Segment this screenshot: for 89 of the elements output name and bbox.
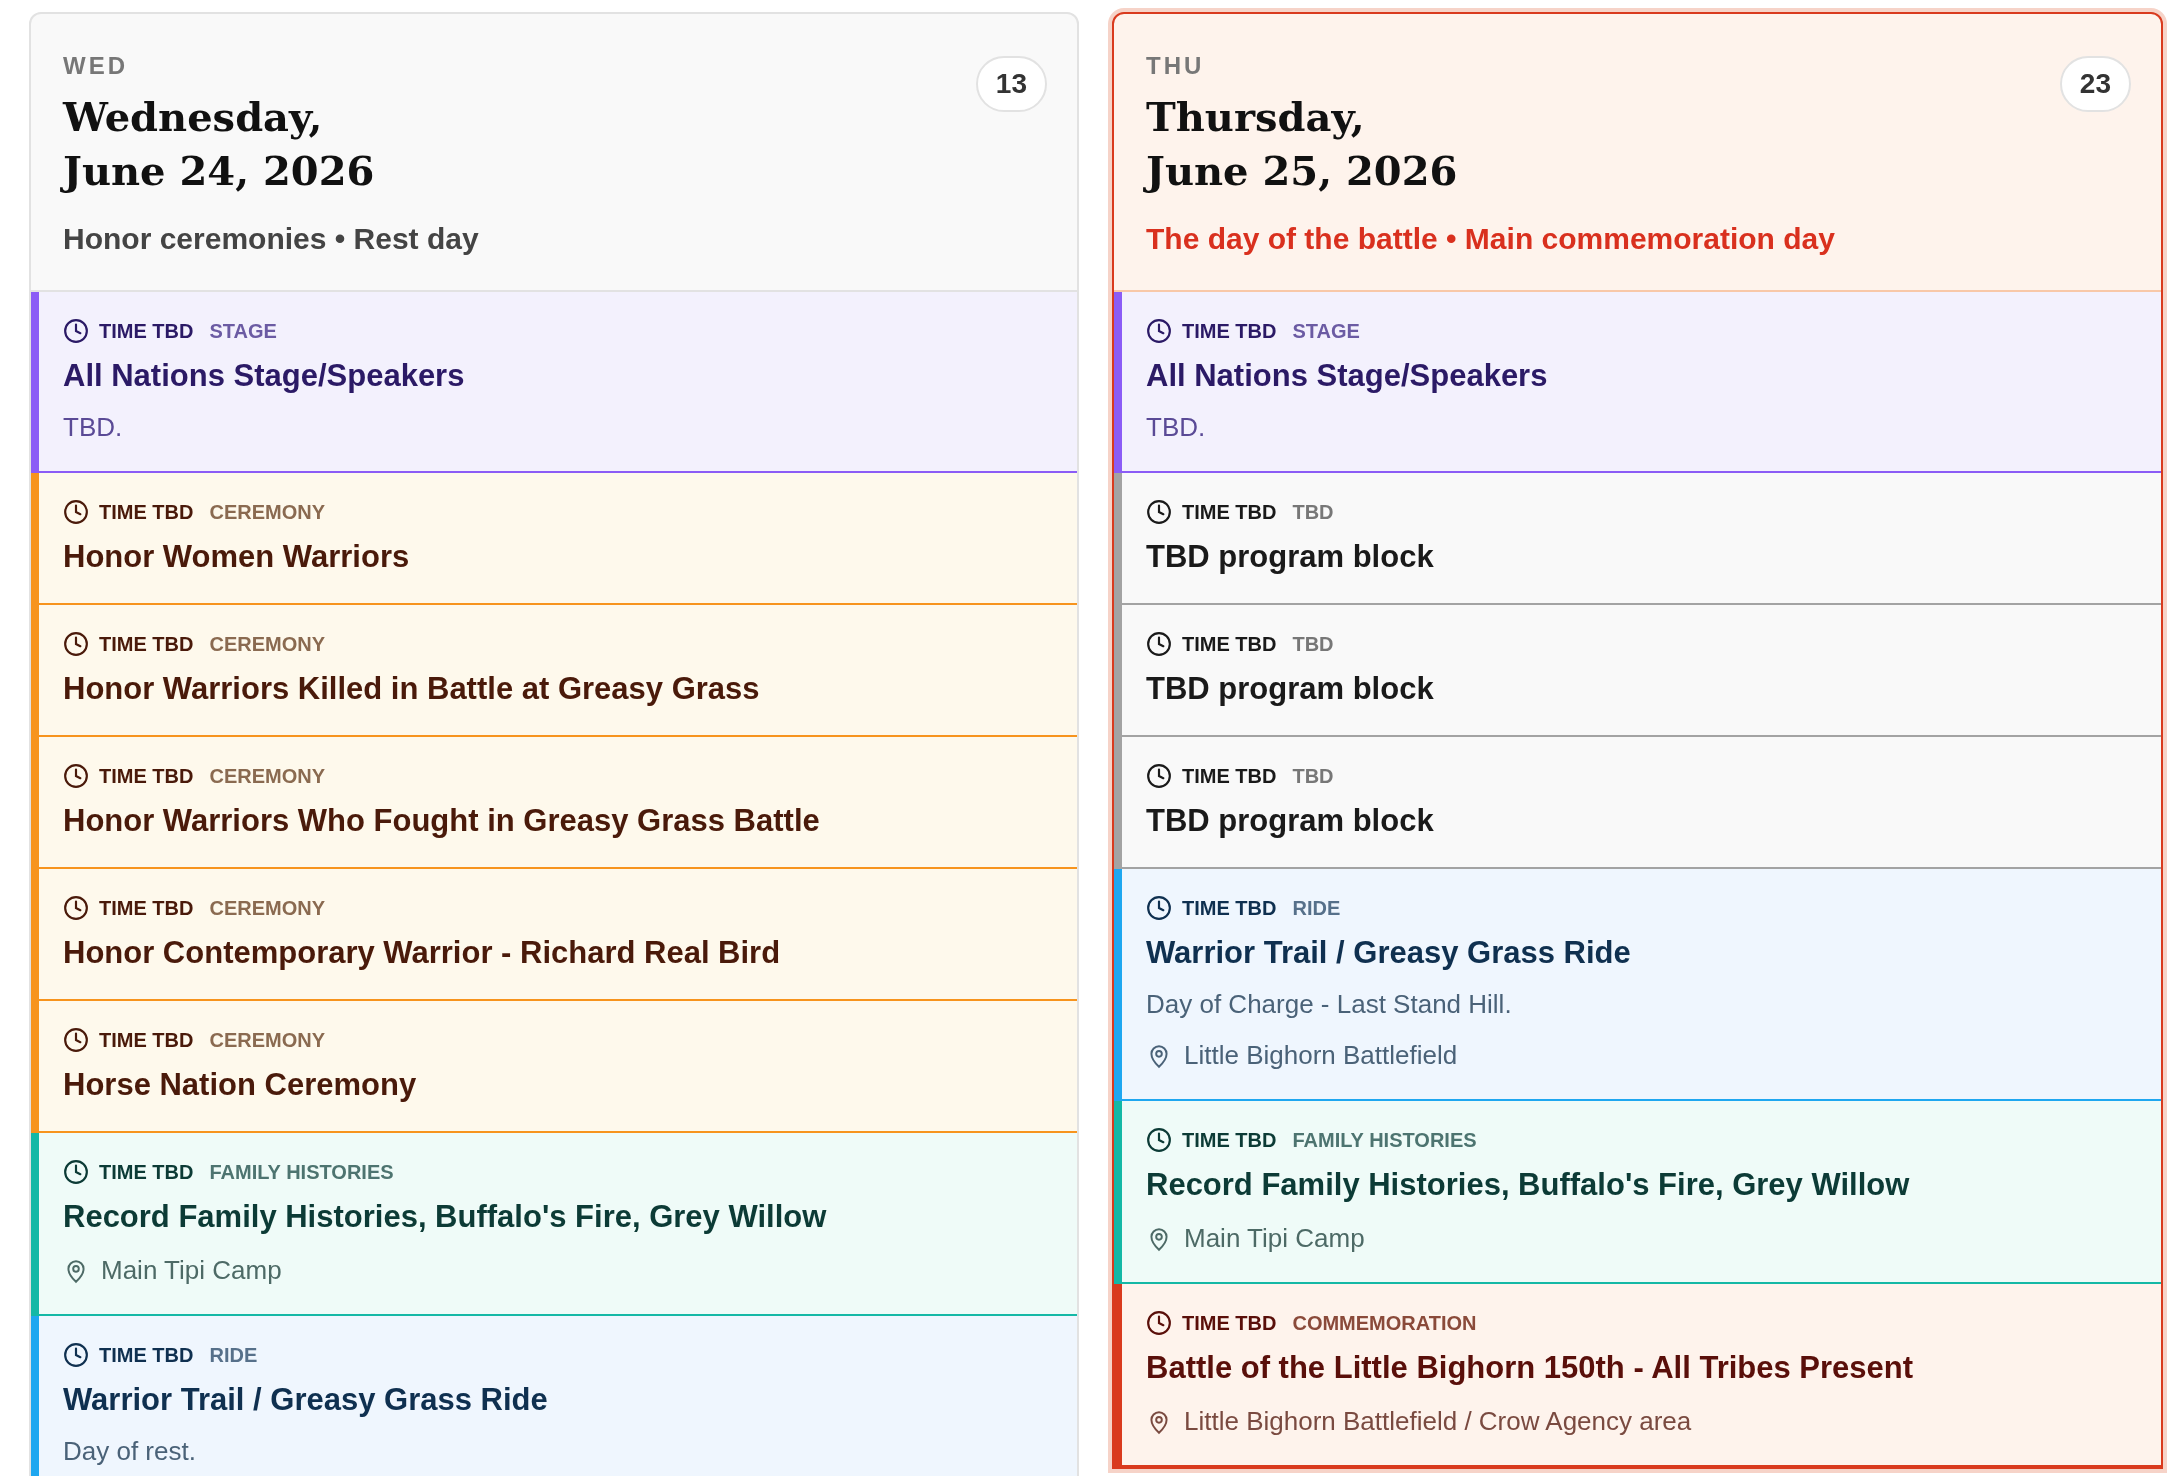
event-item[interactable]: TIME TBD RIDE Warrior Trail / Greasy Grass Ride Day of Charge - Last Stand Hill. Little Bighorn Battlefield (1114, 869, 2161, 1101)
event-category: TBD (1292, 500, 1334, 524)
clock-icon (1146, 631, 1172, 657)
clock-icon (63, 1342, 89, 1368)
event-title: All Nations Stage/Speakers (1146, 358, 1549, 394)
event-time: TIME TBD (99, 500, 194, 524)
event-title: Honor Warriors Killed in Battle at Greasy Grass (63, 671, 761, 707)
event-item[interactable]: TIME TBD COMMEMORATION Battle of the Little Bighorn 150th - All Tribes Present Little Bighorn Battlefield / Crow Agency area (1114, 1284, 2161, 1467)
event-item[interactable]: TIME TBD STAGE All Nations Stage/Speakers TBD. (31, 292, 1077, 473)
event-time: TIME TBD (1182, 1128, 1277, 1152)
event-description: Day of Charge - Last Stand Hill. (1146, 989, 1513, 1020)
event-item[interactable]: TIME TBD FAMILY HISTORIES Record Family Histories, Buffalo's Fire, Grey Willow Main Tipi Camp (1114, 1101, 2161, 1284)
event-title: Horse Nation Ceremony (63, 1067, 418, 1103)
clock-icon (1146, 318, 1172, 344)
event-item[interactable]: TIME TBD TBD TBD program block (1114, 605, 2161, 737)
event-time: TIME TBD (99, 1028, 194, 1052)
event-title: Warrior Trail / Greasy Grass Ride (63, 1382, 549, 1418)
clock-icon (63, 1159, 89, 1185)
day-subtitle: The day of the battle • Main commemoration day (1146, 222, 1835, 256)
event-title: TBD program block (1146, 803, 1435, 839)
event-category: CEREMONY (209, 896, 325, 920)
event-item[interactable]: TIME TBD STAGE All Nations Stage/Speakers TBD. (1114, 292, 2161, 473)
event-item[interactable]: TIME TBD CEREMONY Honor Warriors Killed in Battle at Greasy Grass (31, 605, 1077, 737)
event-item[interactable]: TIME TBD CEREMONY Honor Warriors Who Fought in Greasy Grass Battle (31, 737, 1077, 869)
event-title: TBD program block (1146, 671, 1435, 707)
clock-icon (63, 318, 89, 344)
clock-icon (1146, 763, 1172, 789)
event-category: STAGE (209, 319, 277, 343)
event-time: TIME TBD (99, 1343, 194, 1367)
event-category: TBD (1292, 764, 1334, 788)
event-title: Record Family Histories, Buffalo's Fire, Grey Willow (63, 1199, 828, 1235)
event-title: Warrior Trail / Greasy Grass Ride (1146, 935, 1632, 971)
event-time: TIME TBD (1182, 1311, 1277, 1335)
event-category: RIDE (209, 1343, 258, 1367)
event-description: Day of rest. (63, 1436, 197, 1467)
event-category: COMMEMORATION (1292, 1311, 1477, 1335)
event-description: TBD. (1146, 412, 1207, 443)
event-time: TIME TBD (1182, 764, 1277, 788)
event-count: 13 (975, 56, 1047, 112)
event-time: TIME TBD (1182, 632, 1277, 656)
event-title: TBD program block (1146, 539, 1435, 575)
event-time: TIME TBD (99, 1160, 194, 1184)
event-count: 23 (2059, 56, 2131, 112)
event-title: Honor Warriors Who Fought in Greasy Grass Battle (63, 803, 821, 839)
event-category: CEREMONY (209, 632, 325, 656)
event-title: All Nations Stage/Speakers (63, 358, 466, 394)
event-item[interactable]: TIME TBD CEREMONY Horse Nation Ceremony (31, 1001, 1077, 1133)
clock-icon (1146, 1127, 1172, 1153)
clock-icon (1146, 895, 1172, 921)
event-time: TIME TBD (1182, 319, 1277, 343)
event-time: TIME TBD (99, 632, 194, 656)
clock-icon (63, 895, 89, 921)
event-category: FAMILY HISTORIES (1292, 1128, 1477, 1152)
event-item[interactable]: TIME TBD FAMILY HISTORIES Record Family Histories, Buffalo's Fire, Grey Willow Main Tipi Camp (31, 1133, 1077, 1316)
day-subtitle: Honor ceremonies • Rest day (63, 222, 479, 256)
clock-icon (63, 1027, 89, 1053)
event-description: TBD. (63, 412, 124, 443)
clock-icon (1146, 1310, 1172, 1336)
event-category: TBD (1292, 632, 1334, 656)
clock-icon (63, 763, 89, 789)
event-title: Record Family Histories, Buffalo's Fire, Grey Willow (1146, 1167, 1911, 1203)
event-time: TIME TBD (1182, 500, 1277, 524)
clock-icon (1146, 499, 1172, 525)
event-item[interactable]: TIME TBD CEREMONY Honor Women Warriors (31, 473, 1077, 605)
event-item[interactable]: TIME TBD RIDE Warrior Trail / Greasy Grass Ride Day of rest. (31, 1316, 1077, 1476)
event-item[interactable]: TIME TBD TBD TBD program block (1114, 737, 2161, 869)
clock-icon (63, 499, 89, 525)
event-location: Main Tipi Camp (1184, 1223, 1365, 1254)
weekday-label: THU (1146, 52, 1206, 80)
event-time: TIME TBD (99, 764, 194, 788)
weekday-label: WED (63, 52, 129, 80)
clock-icon (63, 631, 89, 657)
event-title: Battle of the Little Bighorn 150th - All Tribes Present (1146, 1350, 1915, 1386)
event-item[interactable]: TIME TBD TBD TBD program block (1114, 473, 2161, 605)
event-location: Little Bighorn Battlefield (1184, 1040, 1458, 1071)
event-title: Honor Contemporary Warrior - Richard Real Bird (63, 935, 782, 971)
event-category: CEREMONY (209, 764, 325, 788)
event-category: CEREMONY (209, 1028, 325, 1052)
event-category: RIDE (1292, 896, 1341, 920)
event-item[interactable]: TIME TBD CEREMONY Honor Contemporary Warrior - Richard Real Bird (31, 869, 1077, 1001)
event-time: TIME TBD (1182, 896, 1277, 920)
event-title: Honor Women Warriors (63, 539, 411, 575)
event-time: TIME TBD (99, 319, 194, 343)
event-category: FAMILY HISTORIES (209, 1160, 394, 1184)
event-location: Little Bighorn Battlefield / Crow Agency area (1184, 1406, 1692, 1437)
event-category: CEREMONY (209, 500, 325, 524)
event-category: STAGE (1292, 319, 1360, 343)
event-time: TIME TBD (99, 896, 194, 920)
event-location: Main Tipi Camp (101, 1255, 282, 1286)
